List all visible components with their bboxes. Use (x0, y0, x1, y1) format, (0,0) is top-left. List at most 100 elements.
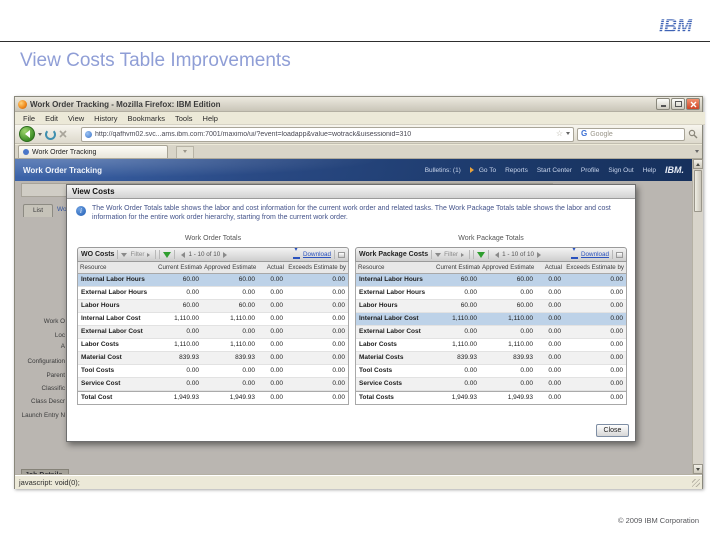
table-row[interactable]: Service Costs 0.00 0.00 0.00 0.00 (356, 378, 626, 391)
column-header[interactable]: Exceeds Estimate by (286, 262, 348, 273)
column-header[interactable]: Actual (258, 262, 286, 273)
applink-reports[interactable]: Reports (505, 167, 528, 174)
table-row[interactable]: Labor Costs 1,110.00 1,110.00 0.00 0.00 (78, 339, 348, 352)
scroll-up-button[interactable] (693, 159, 703, 169)
table-row[interactable]: Internal Labor Hours 60.00 60.00 0.00 0.00 (356, 274, 626, 287)
applink-go-to[interactable]: Go To (469, 167, 496, 174)
table-row[interactable]: Tool Costs 0.00 0.00 0.00 0.00 (356, 365, 626, 378)
menu-help[interactable]: Help (198, 114, 223, 123)
minimize-button[interactable] (656, 98, 670, 110)
column-header[interactable]: Approved Estimate (480, 262, 536, 273)
green-arrow-icon[interactable] (163, 251, 172, 262)
resource-cell: Service Cost (81, 380, 121, 387)
green-arrow-icon[interactable] (477, 251, 486, 262)
value-cell: 0.00 (548, 315, 561, 322)
table-row[interactable]: Material Costs 839.93 839.93 0.00 0.00 (356, 352, 626, 365)
close-window-button[interactable] (686, 98, 700, 110)
table-title: Work Package Costs (359, 251, 429, 258)
refresh-icon[interactable] (45, 128, 56, 140)
back-history-dropdown-icon[interactable] (38, 133, 42, 138)
table-row[interactable]: Labor Hours 60.00 60.00 0.00 0.00 (356, 300, 626, 313)
tab-stub[interactable] (176, 146, 194, 158)
filter-expand-icon[interactable] (461, 252, 466, 257)
next-page-icon[interactable] (223, 251, 230, 258)
table-row[interactable]: Internal Labor Cost 1,110.00 1,110.00 0.00 0… (78, 313, 348, 326)
minimize-table-icon[interactable] (338, 251, 345, 258)
tab-list-dropdown-icon[interactable] (695, 150, 699, 155)
menu-tools[interactable]: Tools (170, 114, 198, 123)
value-cell: 839.93 (235, 354, 255, 361)
table-row[interactable]: Material Cost 839.93 839.93 0.00 0.00 (78, 352, 348, 365)
scrollbar-thumb[interactable] (694, 170, 702, 212)
download-link[interactable]: Download (303, 251, 331, 258)
download-link[interactable]: Download (581, 251, 609, 258)
url-dropdown-icon[interactable] (566, 131, 570, 137)
home-icon[interactable] (70, 126, 78, 151)
menu-bookmarks[interactable]: Bookmarks (123, 114, 171, 123)
tab-favicon-icon (23, 149, 29, 155)
resource-cell: Service Costs (359, 380, 402, 387)
search-magnifier-icon[interactable] (688, 129, 698, 139)
value-cell: 60.00 (460, 302, 477, 309)
column-header[interactable]: Resource (78, 262, 156, 273)
value-cell: 0.00 (464, 328, 477, 335)
bookmark-star-icon[interactable]: ☆ (556, 130, 563, 138)
table-row[interactable]: External Labor Hours 0.00 0.00 0.00 0.00 (356, 287, 626, 300)
url-text: http://qafhvm02.svc...ams.ibm.com:7001/m… (95, 130, 412, 138)
download-icon[interactable] (292, 248, 300, 261)
filter-button[interactable]: Filter (444, 251, 458, 258)
close-dialog-button[interactable]: Close (596, 424, 629, 437)
dialog-titlebar[interactable]: View Costs (67, 185, 635, 199)
menu-file[interactable]: File (18, 114, 40, 123)
google-icon: G (581, 129, 588, 138)
menu-history[interactable]: History (89, 114, 122, 123)
applink-profile[interactable]: Profile (581, 167, 599, 174)
menu-view[interactable]: View (63, 114, 89, 123)
table-row[interactable]: Labor Costs 1,110.00 1,110.00 0.00 0.00 (356, 339, 626, 352)
maximize-button[interactable] (671, 98, 685, 110)
prev-page-icon[interactable] (492, 251, 500, 258)
table-row[interactable]: Total Cost 1,949.93 1,949.93 0.00 0.00 (78, 391, 348, 404)
next-page-icon[interactable] (536, 251, 544, 258)
stop-icon[interactable] (59, 130, 67, 138)
column-header[interactable]: Current Estimate (434, 262, 480, 273)
table-row[interactable]: External Labor Cost 0.00 0.00 0.00 0.00 (78, 326, 348, 339)
filter-funnel-icon[interactable] (435, 252, 442, 260)
value-cell: 0.00 (242, 380, 255, 387)
table-row[interactable]: Internal Labor Cost 1,110.00 1,110.00 0.00 0… (356, 313, 626, 326)
table-row[interactable]: Service Cost 0.00 0.00 0.00 0.00 (78, 378, 348, 391)
filter-expand-icon[interactable] (147, 252, 152, 257)
table-row[interactable]: Labor Hours 60.00 60.00 0.00 0.00 (78, 300, 348, 313)
table-row[interactable]: External Labor Cost 0.00 0.00 0.00 0.00 (356, 326, 626, 339)
search-input[interactable]: G Google (577, 127, 685, 141)
tab-work-order-tracking[interactable]: Work Order Tracking (18, 145, 168, 158)
column-header[interactable]: Actual (536, 262, 564, 273)
value-cell: 60.00 (182, 276, 199, 283)
download-icon[interactable] (570, 248, 578, 261)
window-titlebar[interactable]: Work Order Tracking - Mozilla Firefox: I… (15, 97, 702, 112)
applink-start-center[interactable]: Start Center (537, 167, 572, 174)
column-header[interactable]: Current Estimate (156, 262, 202, 273)
applink-bulletins[interactable]: Bulletins: (1) (425, 167, 461, 174)
minimize-table-icon[interactable] (616, 251, 623, 258)
applink-sign-out[interactable]: Sign Out (608, 167, 633, 174)
menu-edit[interactable]: Edit (40, 114, 63, 123)
filter-funnel-icon[interactable] (121, 252, 128, 260)
vertical-scrollbar[interactable] (692, 159, 703, 474)
column-header[interactable]: Exceeds Estimate by (564, 262, 626, 273)
table-row[interactable]: Tool Costs 0.00 0.00 0.00 0.00 (78, 365, 348, 378)
back-button[interactable] (19, 126, 35, 142)
url-input[interactable]: http://qafhvm02.svc...ams.ibm.com:7001/m… (81, 126, 574, 142)
table-row[interactable]: Internal Labor Hours 60.00 60.00 0.00 0.00 (78, 274, 348, 287)
table-row[interactable]: Total Costs 1,949.93 1,949.93 0.00 0.00 (356, 391, 626, 404)
table-row[interactable]: External Labor Hours 0.00 0.00 0.00 0.00 (78, 287, 348, 300)
dialog-info-text: The Work Order Totals table shows the la… (92, 205, 611, 221)
resize-grip[interactable] (692, 478, 700, 487)
prev-page-icon[interactable] (178, 251, 186, 258)
filter-button[interactable]: Filter (130, 251, 144, 258)
column-header[interactable]: Approved Estimate (202, 262, 258, 273)
value-cell: 0.00 (270, 328, 283, 335)
column-header[interactable]: Resource (356, 262, 434, 273)
scroll-down-button[interactable] (693, 464, 703, 474)
applink-help[interactable]: Help (643, 167, 656, 174)
